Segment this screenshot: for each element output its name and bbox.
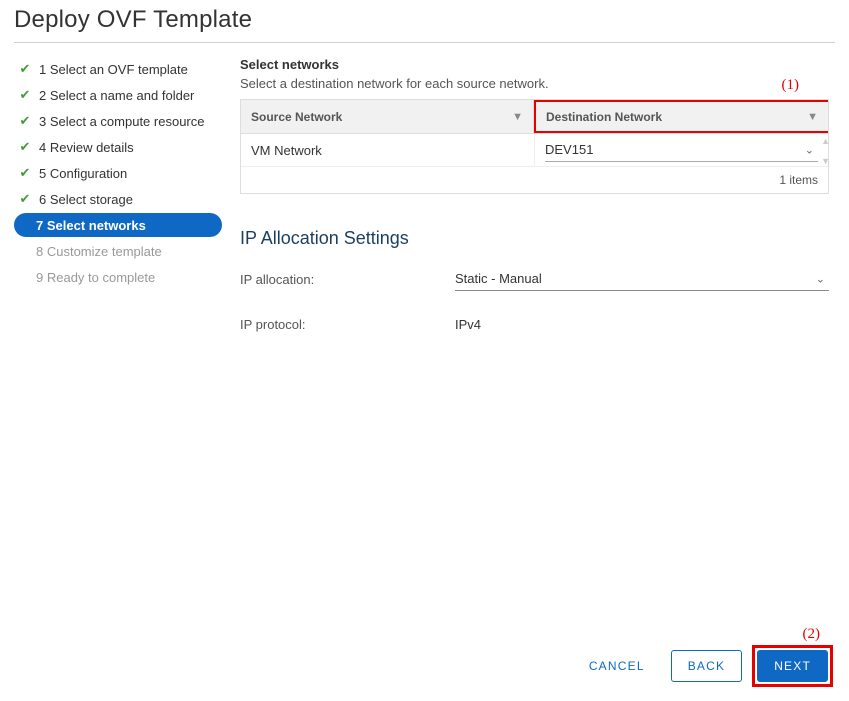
ip-allocation-select[interactable]: Static - Manual <box>455 267 829 291</box>
filter-icon[interactable]: ▼ <box>807 111 818 123</box>
check-icon: ✔ <box>18 139 32 155</box>
wizard-step[interactable]: ✔ 4 Review details <box>14 135 222 159</box>
next-highlight: (2) NEXT <box>752 645 833 687</box>
wizard-step[interactable]: ✔ 1 Select an OVF template <box>14 57 222 81</box>
next-button[interactable]: NEXT <box>757 650 828 682</box>
annotation-2: (2) <box>803 626 821 643</box>
step-label: 4 Review details <box>39 140 134 155</box>
step-label: 9 Ready to complete <box>36 270 155 285</box>
ip-settings-heading: IP Allocation Settings <box>240 228 829 249</box>
ip-protocol-label: IP protocol: <box>240 317 455 332</box>
network-table: Source Network ▼ Destination Network ▼ V… <box>240 99 829 194</box>
step-label: 1 Select an OVF template <box>39 62 188 77</box>
wizard-step[interactable]: ✔ 3 Select a compute resource <box>14 109 222 133</box>
content-pane: Select networks Select a destination net… <box>240 57 835 358</box>
filter-icon[interactable]: ▼ <box>512 111 523 123</box>
scroll-indicator: ▲ ▼ <box>821 136 830 166</box>
step-label: 2 Select a name and folder <box>39 88 194 103</box>
check-icon: ✔ <box>18 87 32 103</box>
annotation-1: (1) <box>782 77 800 94</box>
wizard-step: 8 Customize template <box>14 239 222 263</box>
col-destination-network[interactable]: Destination Network ▼ <box>534 100 828 133</box>
source-network-cell: VM Network <box>241 134 535 166</box>
dialog-title: Deploy OVF Template <box>14 6 835 34</box>
step-label: 8 Customize template <box>36 244 162 259</box>
wizard-steps: ✔ 1 Select an OVF template ✔ 2 Select a nam… <box>14 57 222 358</box>
col-destination-label: Destination Network <box>546 110 662 124</box>
wizard-step[interactable]: ✔ 5 Configuration <box>14 161 222 185</box>
wizard-step[interactable]: ✔ 6 Select storage <box>14 187 222 211</box>
section-description: Select a destination network for each so… <box>240 76 829 91</box>
wizard-step[interactable]: ✔ 2 Select a name and folder <box>14 83 222 107</box>
wizard-step[interactable]: 7 Select networks <box>14 213 222 237</box>
check-icon: ✔ <box>18 165 32 181</box>
wizard-step: 9 Ready to complete <box>14 265 222 289</box>
destination-network-select[interactable]: DEV151 <box>545 138 818 162</box>
step-label: 3 Select a compute resource <box>39 114 204 129</box>
cancel-button[interactable]: CANCEL <box>573 650 661 682</box>
step-label: 5 Configuration <box>39 166 127 181</box>
back-button[interactable]: BACK <box>671 650 742 682</box>
col-source-label: Source Network <box>251 110 342 124</box>
check-icon: ✔ <box>18 113 32 129</box>
check-icon: ✔ <box>18 61 32 77</box>
table-footer: 1 items <box>241 166 828 193</box>
destination-network-cell: DEV151 ⌄ <box>535 134 828 166</box>
step-label: 7 Select networks <box>36 218 146 233</box>
step-label: 6 Select storage <box>39 192 133 207</box>
section-title: Select networks <box>240 57 829 72</box>
ip-allocation-label: IP allocation: <box>240 272 455 287</box>
check-icon: ✔ <box>18 191 32 207</box>
dialog-footer: CANCEL BACK (2) NEXT <box>573 645 833 687</box>
table-row: VM Network DEV151 ⌄ <box>241 134 828 166</box>
col-source-network[interactable]: Source Network ▼ <box>241 100 534 133</box>
scroll-up-icon: ▲ <box>821 136 830 146</box>
ip-protocol-value: IPv4 <box>455 317 829 332</box>
scroll-down-icon: ▼ <box>821 156 830 166</box>
